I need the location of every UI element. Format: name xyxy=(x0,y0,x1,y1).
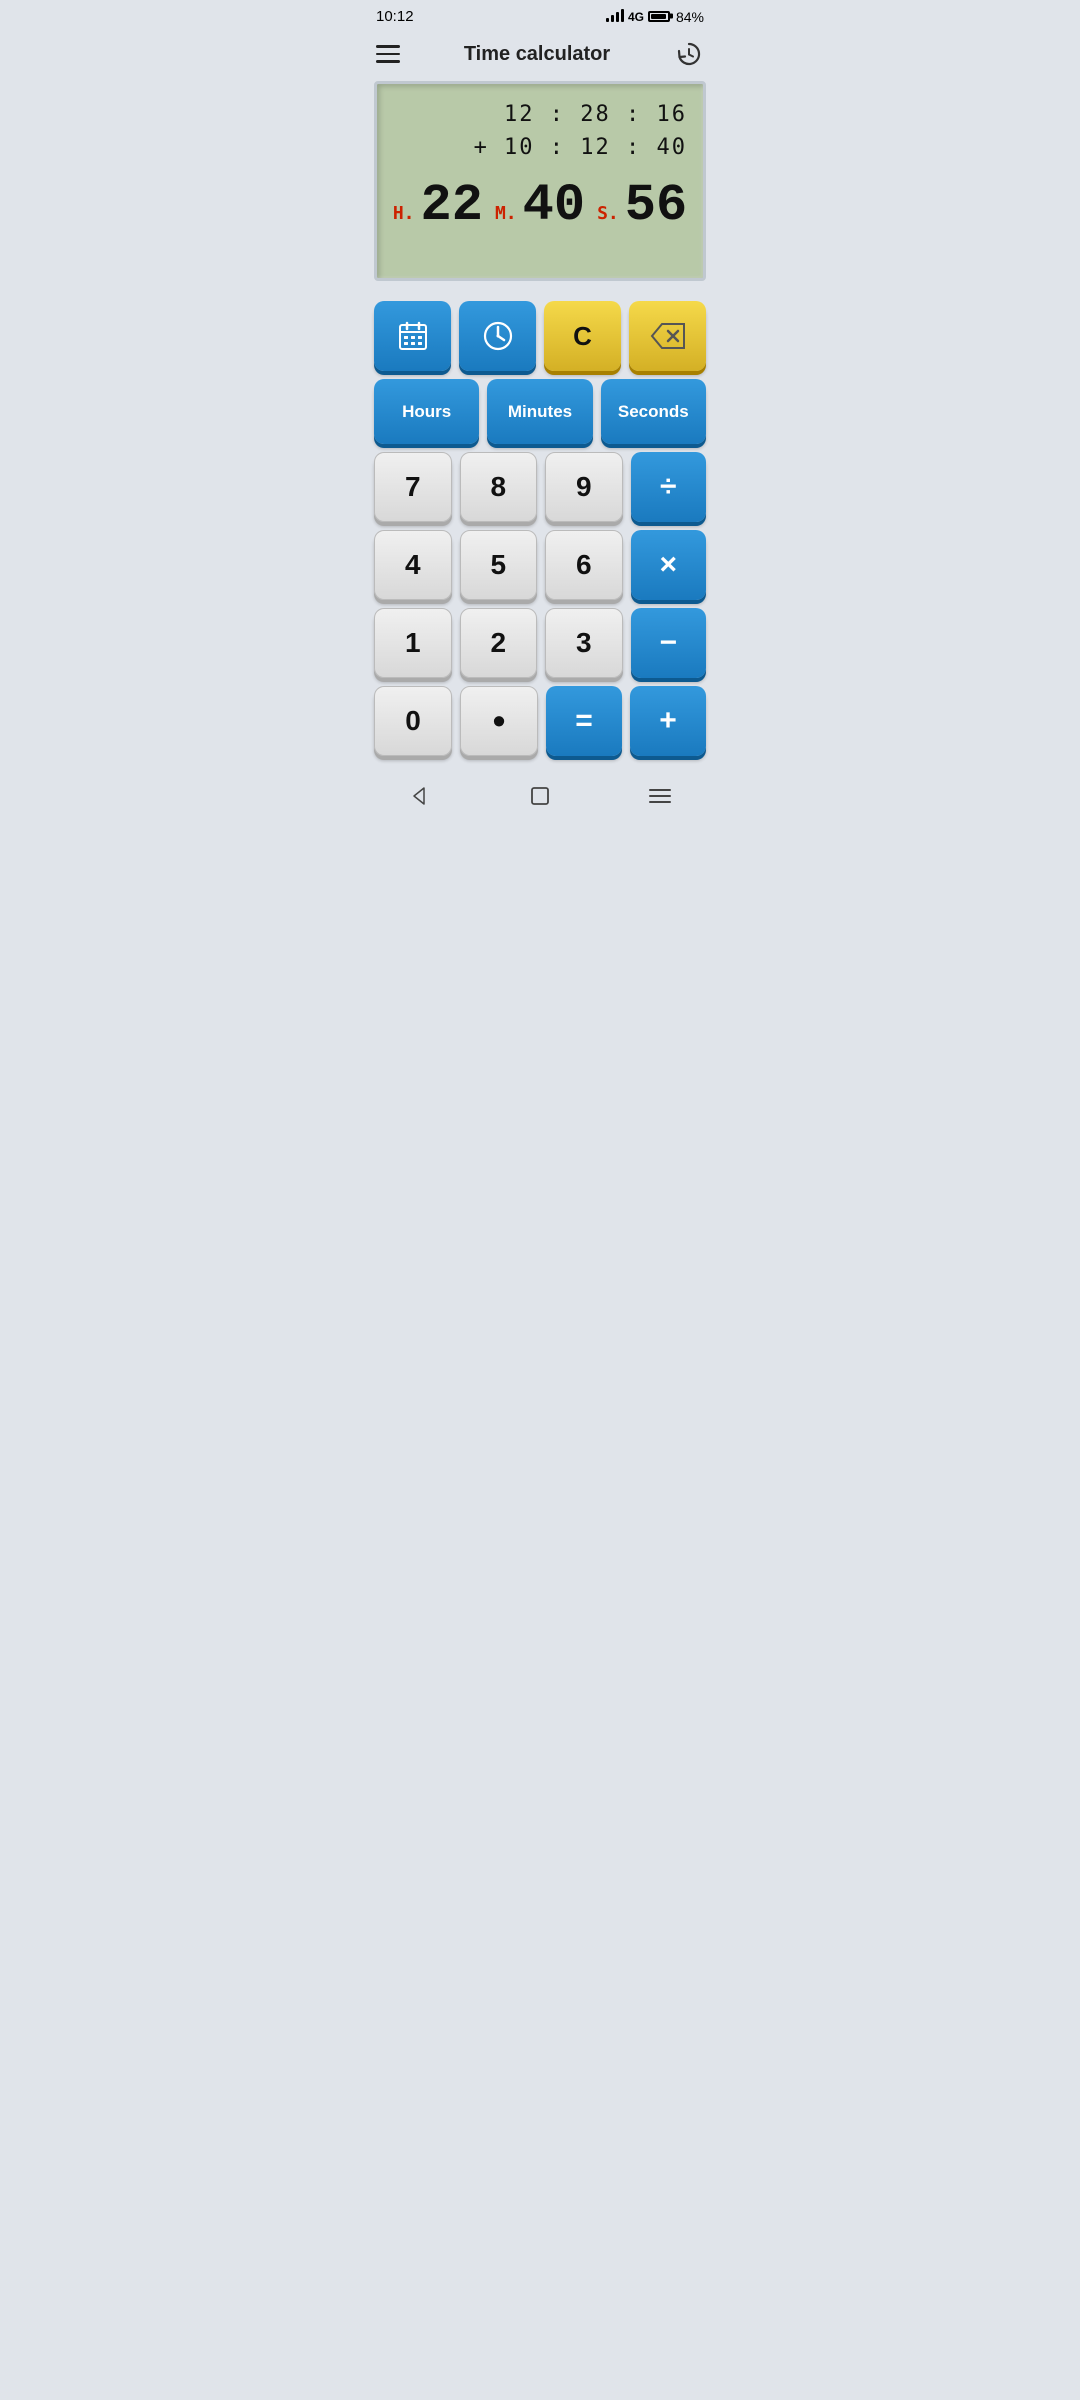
menu-button[interactable] xyxy=(376,45,400,63)
display-line-1: 12 : 28 : 16 xyxy=(393,98,687,131)
button-multiply[interactable]: × xyxy=(631,530,707,600)
button-0[interactable]: 0 xyxy=(374,686,452,756)
nav-bar xyxy=(360,764,720,834)
key-row-6: 0 • = + xyxy=(374,686,706,756)
button-4[interactable]: 4 xyxy=(374,530,452,600)
battery-percent: 84% xyxy=(676,9,704,25)
calculator-display: 12 : 28 : 16 + 10 : 12 : 40 H. 22 M. 40 … xyxy=(374,81,706,281)
button-8[interactable]: 8 xyxy=(460,452,538,522)
calendar-button[interactable] xyxy=(374,301,451,371)
hours-value: 22 xyxy=(421,180,483,232)
key-row-1: C xyxy=(374,301,706,371)
seconds-label: S. xyxy=(597,203,619,224)
hours-label: H. xyxy=(393,203,415,224)
network-type: 4G xyxy=(628,10,644,24)
button-3[interactable]: 3 xyxy=(545,608,623,678)
key-row-2: Hours Minutes Seconds xyxy=(374,379,706,444)
status-icons: 4G 84% xyxy=(606,8,704,25)
expression-area: 12 : 28 : 16 + 10 : 12 : 40 xyxy=(393,98,687,164)
clock-button[interactable] xyxy=(459,301,536,371)
app-title: Time calculator xyxy=(464,43,610,66)
button-6[interactable]: 6 xyxy=(545,530,623,600)
nav-back-button[interactable] xyxy=(402,778,438,814)
minutes-label: M. xyxy=(495,203,517,224)
minutes-result: M. 40 xyxy=(495,180,585,232)
display-line-2: + 10 : 12 : 40 xyxy=(393,131,687,164)
button-7[interactable]: 7 xyxy=(374,452,452,522)
result-area: H. 22 M. 40 S. 56 xyxy=(393,180,687,232)
status-bar: 10:12 4G 84% xyxy=(360,0,720,29)
button-9[interactable]: 9 xyxy=(545,452,623,522)
button-dot[interactable]: • xyxy=(460,686,538,756)
key-row-5: 1 2 3 − xyxy=(374,608,706,678)
seconds-result: S. 56 xyxy=(597,180,687,232)
seconds-value: 56 xyxy=(625,180,687,232)
minutes-button[interactable]: Minutes xyxy=(487,379,592,444)
key-row-3: 7 8 9 ÷ xyxy=(374,452,706,522)
battery-icon-container xyxy=(648,9,672,25)
signal-icon xyxy=(606,8,624,25)
top-bar: Time calculator xyxy=(360,29,720,81)
hours-button[interactable]: Hours xyxy=(374,379,479,444)
minutes-value: 40 xyxy=(523,180,585,232)
button-5[interactable]: 5 xyxy=(460,530,538,600)
button-2[interactable]: 2 xyxy=(460,608,538,678)
keypad: C Hours Minutes Seconds 7 8 9 ÷ 4 5 6 xyxy=(360,293,720,764)
button-1[interactable]: 1 xyxy=(374,608,452,678)
backspace-button[interactable] xyxy=(629,301,706,371)
nav-menu-button[interactable] xyxy=(642,778,678,814)
status-time: 10:12 xyxy=(376,8,414,25)
button-equals[interactable]: = xyxy=(546,686,622,756)
history-button[interactable] xyxy=(674,39,704,69)
clear-button[interactable]: C xyxy=(544,301,621,371)
nav-home-button[interactable] xyxy=(522,778,558,814)
seconds-button[interactable]: Seconds xyxy=(601,379,706,444)
button-subtract[interactable]: − xyxy=(631,608,707,678)
button-add[interactable]: + xyxy=(630,686,706,756)
key-row-4: 4 5 6 × xyxy=(374,530,706,600)
hours-result: H. 22 xyxy=(393,180,483,232)
button-divide[interactable]: ÷ xyxy=(631,452,707,522)
